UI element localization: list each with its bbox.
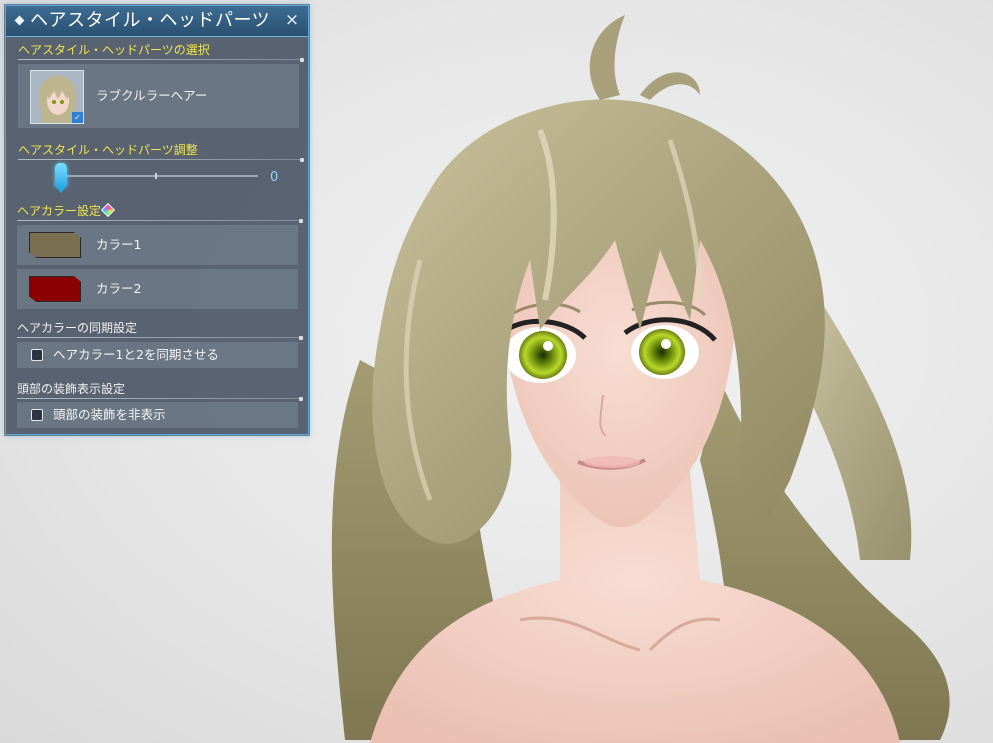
color-1-swatch [29, 232, 81, 258]
hair-color-2-row[interactable]: カラー2 [17, 269, 298, 309]
section-header-hair-color: ヘアカラー設定 [17, 202, 303, 223]
adjust-slider-value: 0 [270, 170, 279, 185]
adjust-slider-handle[interactable] [55, 163, 67, 193]
badge-icon: ✓ [72, 112, 83, 123]
section-title: 頭部の装飾表示設定 [17, 382, 126, 396]
head-accessory-row[interactable]: 頭部の装飾を非表示 [17, 402, 298, 428]
divider-dot [299, 219, 303, 223]
color-2-label: カラー2 [96, 281, 142, 296]
section-header-head-accessory: 頭部の装飾表示設定 [17, 382, 303, 401]
section-header-selection: ヘアスタイル・ヘッドパーツの選択 [18, 43, 304, 62]
divider-dot [299, 336, 303, 340]
slider-center-tick [155, 173, 157, 179]
sync-checkbox[interactable] [31, 349, 43, 361]
section-header-sync: ヘアカラーの同期設定 [17, 321, 303, 340]
hairstyle-thumbnail: ✓ [30, 70, 84, 124]
sync-checkbox-label: ヘアカラー1と2を同期させる [53, 347, 219, 362]
diamond-icon [14, 15, 25, 26]
hair-color-1-row[interactable]: カラー1 [17, 225, 298, 265]
section-title: ヘアスタイル・ヘッドパーツ調整 [18, 143, 198, 157]
color-1-label: カラー1 [96, 237, 142, 252]
section-header-adjust: ヘアスタイル・ヘッドパーツ調整 [18, 143, 304, 162]
rainbow-gem-icon [100, 202, 116, 218]
hide-accessory-checkbox[interactable] [31, 409, 43, 421]
divider-dot [299, 397, 303, 401]
sync-option-row[interactable]: ヘアカラー1と2を同期させる [17, 342, 298, 368]
hairstyle-item[interactable]: ✓ ラブクルラーヘアー [18, 64, 299, 128]
hairstyle-name: ラブクルラーヘアー [96, 88, 208, 103]
adjust-slider-track[interactable] [56, 175, 258, 177]
divider-dot [300, 58, 304, 62]
section-title: ヘアカラーの同期設定 [17, 321, 138, 335]
section-title: ヘアカラー設定 [17, 204, 102, 218]
panel-titlebar[interactable]: ヘアスタイル・ヘッドパーツ × [6, 6, 308, 37]
color-2-swatch [29, 276, 81, 302]
section-title: ヘアスタイル・ヘッドパーツの選択 [18, 43, 210, 57]
panel-title: ヘアスタイル・ヘッドパーツ [30, 10, 271, 31]
close-icon[interactable]: × [282, 10, 302, 30]
divider-dot [300, 158, 304, 162]
hide-accessory-label: 頭部の装飾を非表示 [53, 407, 166, 422]
